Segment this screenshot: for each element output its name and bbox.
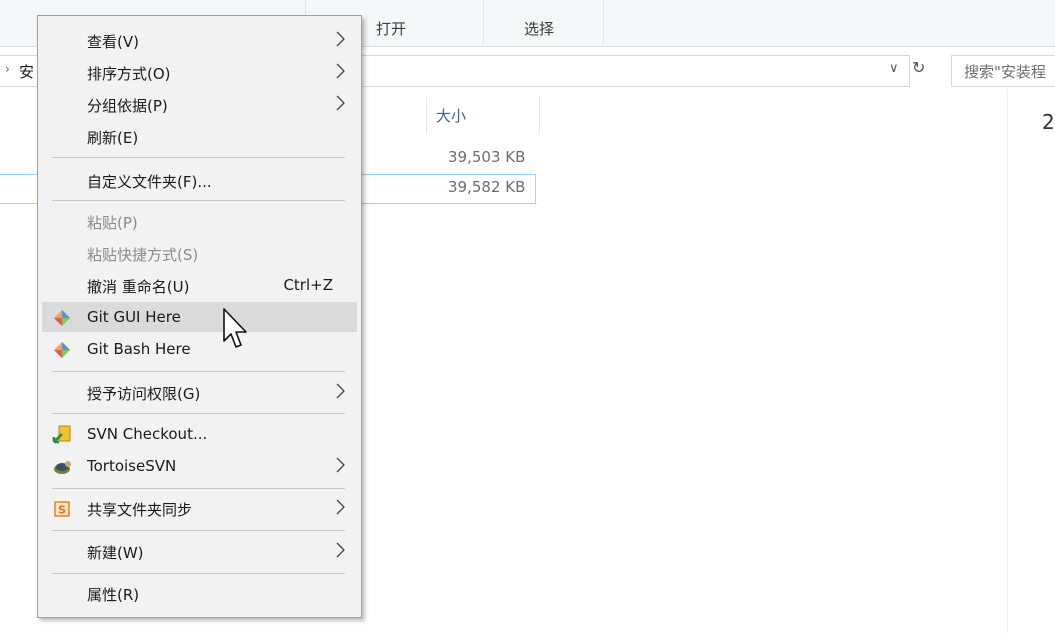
ribbon-separator [603,0,604,44]
menu-item-label: 新建(W) [87,544,144,562]
svg-text:S: S [58,504,66,517]
submenu-arrow-icon [336,31,345,47]
menu-item-refresh[interactable]: 刷新(E) [42,121,357,151]
menu-item-customize-folder[interactable]: 自定义文件夹(F)... [42,165,357,195]
menu-item-group-by[interactable]: 分组依据(P) [42,89,357,119]
search-input[interactable]: 搜索"安装程 [951,55,1055,87]
menu-item-label: 粘贴快捷方式(S) [87,246,199,264]
ribbon-group-select-label: 选择 [524,20,555,38]
mouse-cursor-icon [223,308,247,348]
menu-item-new[interactable]: 新建(W) [42,536,357,566]
menu-separator [52,573,345,574]
git-icon [54,342,70,358]
menu-item-undo-rename[interactable]: 撤消 重命名(U) Ctrl+Z [42,270,357,300]
refresh-icon[interactable]: ↻ [912,58,925,77]
context-menu: 查看(V) 排序方式(O) 分组依据(P) 刷新(E) 自定义文件夹(F)...… [37,15,362,618]
menu-separator [52,157,345,158]
menu-item-shared-folder-sync[interactable]: S 共享文件夹同步 [42,493,357,523]
ribbon-separator [483,0,484,44]
menu-item-label: 排序方式(O) [87,65,171,83]
ribbon-group-open-label: 打开 [376,20,407,38]
menu-item-label: 刷新(E) [87,129,139,147]
menu-item-label: 粘贴(P) [87,214,138,232]
menu-item-label: 查看(V) [87,33,139,51]
menu-item-paste-shortcut: 粘贴快捷方式(S) [42,238,357,268]
menu-item-label: 自定义文件夹(F)... [87,173,212,191]
menu-item-git-bash-here[interactable]: Git Bash Here [42,334,357,364]
search-placeholder: 搜索"安装程 [964,63,1046,81]
menu-separator [52,488,345,489]
svn-checkout-icon [52,425,71,444]
menu-item-properties[interactable]: 属性(R) [42,578,357,608]
menu-item-tortoisesvn[interactable]: TortoiseSVN [42,451,357,481]
sync-share-icon: S [54,501,70,517]
file-size-cell: 39,582 KB [448,178,526,196]
menu-separator [52,371,345,372]
address-dropdown-icon[interactable]: ∨ [889,61,899,76]
submenu-arrow-icon [336,383,345,399]
column-divider[interactable] [539,97,540,134]
submenu-arrow-icon [336,499,345,515]
menu-item-label: 属性(R) [87,586,140,604]
column-header-size[interactable]: 大小 [436,105,466,126]
menu-item-svn-checkout[interactable]: SVN Checkout... [42,419,357,449]
file-size-cell: 39,503 KB [448,148,526,166]
menu-separator [52,530,345,531]
details-pane-divider [1007,90,1008,633]
menu-item-label: 授予访问权限(G) [87,385,201,403]
breadcrumb-chevron-icon[interactable]: › [5,62,10,76]
menu-separator [52,413,345,414]
menu-item-shortcut: Ctrl+Z [283,276,333,294]
menu-item-label: 撤消 重命名(U) [87,278,190,296]
menu-item-paste: 粘贴(P) [42,206,357,236]
breadcrumb-item[interactable]: 安 [19,61,34,82]
menu-item-label: 共享文件夹同步 [87,501,193,519]
menu-item-view[interactable]: 查看(V) [42,25,357,55]
menu-item-git-gui-here[interactable]: Git GUI Here [42,302,357,332]
column-divider[interactable] [426,97,427,134]
submenu-arrow-icon [336,457,345,473]
menu-separator [52,200,345,201]
git-icon [54,310,70,326]
submenu-arrow-icon [336,63,345,79]
submenu-arrow-icon [336,542,345,558]
details-pane-text: 2 [1042,110,1055,134]
menu-item-sort-by[interactable]: 排序方式(O) [42,57,357,87]
menu-item-label: 分组依据(P) [87,97,168,115]
menu-item-label: Git GUI Here [87,308,181,326]
menu-item-label: TortoiseSVN [87,457,177,475]
menu-item-label: Git Bash Here [87,340,191,358]
menu-item-label: SVN Checkout... [87,425,208,443]
submenu-arrow-icon [336,95,345,111]
tortoisesvn-icon [54,461,71,474]
menu-item-grant-access[interactable]: 授予访问权限(G) [42,377,357,407]
